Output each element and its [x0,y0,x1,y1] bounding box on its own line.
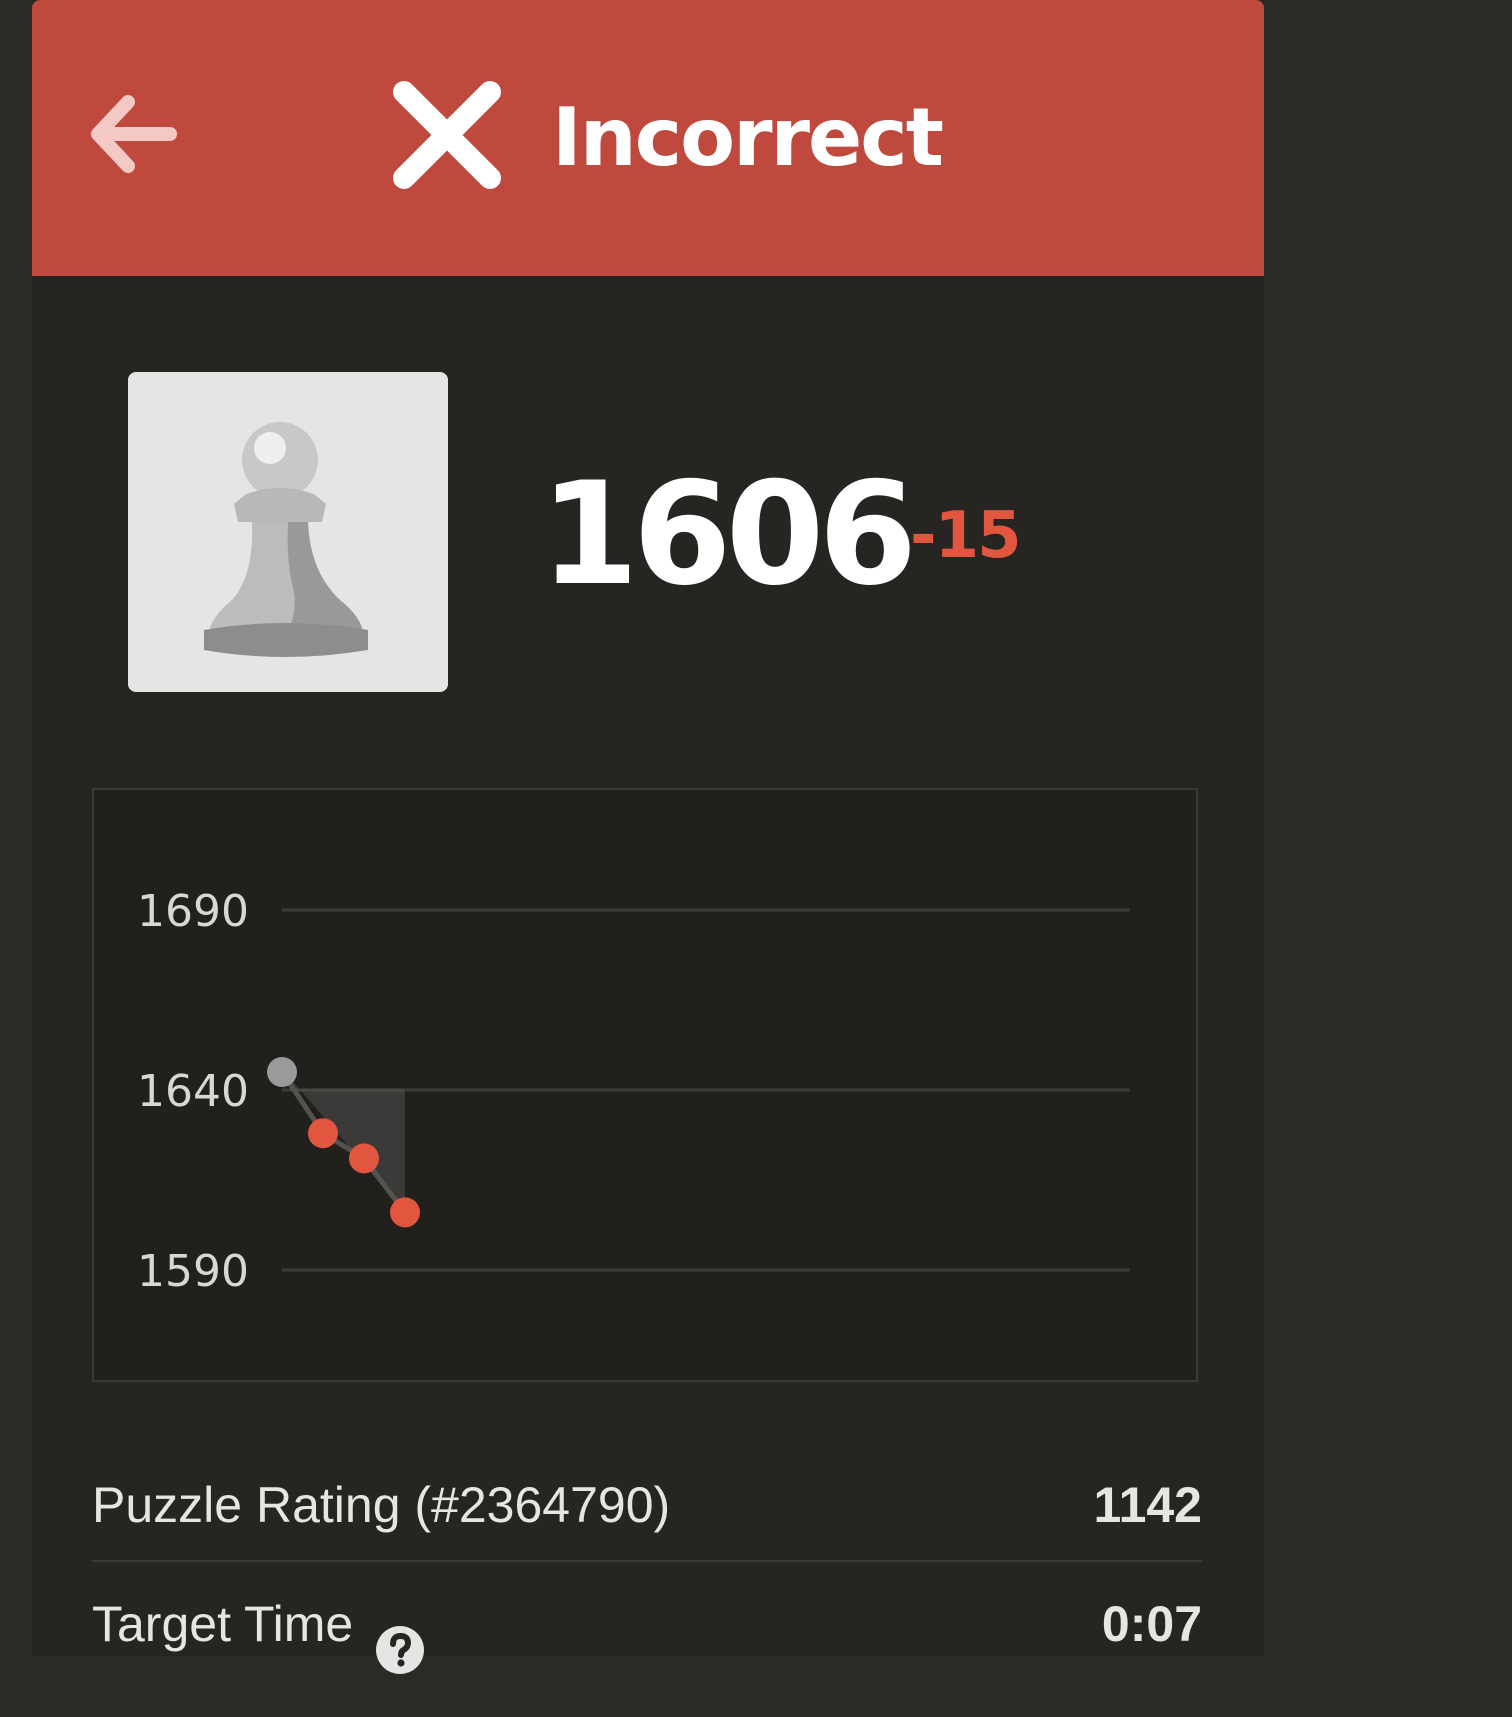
rating-chart: 1690 1640 1590 [92,788,1198,1382]
result-header: Incorrect [32,0,1264,276]
data-point [349,1143,379,1174]
data-point [390,1197,420,1228]
rating-value: 1606 [540,452,917,617]
avatar [128,372,448,692]
puzzle-rating-value: 1142 [1093,1477,1202,1533]
rating-change: -15 [910,499,1022,573]
result-title: Incorrect [552,91,944,184]
y-tick-label: 1590 [137,1246,249,1297]
pawn-icon [204,422,368,657]
arrow-left-icon [91,95,177,173]
question-circle-icon[interactable] [375,1599,425,1674]
data-point [267,1057,297,1087]
puzzle-rating-row: Puzzle Rating (#2364790) 1142 [92,1450,1202,1562]
target-time-label: Target Time [92,1596,354,1652]
target-time-value: 0:07 [1101,1596,1202,1652]
target-time-row: Target Time 0:07 [92,1565,1202,1675]
x-icon [382,70,512,200]
y-tick-label: 1690 [137,886,249,937]
back-button[interactable] [84,86,184,182]
target-time-label-wrap: Target Time [92,1565,425,1675]
puzzle-result-panel: Incorrect 1606 -15 1690 1640 1590 Puzzle R… [32,0,1264,1674]
y-tick-label: 1640 [137,1066,249,1117]
rating-chart-svg: 1690 1640 1590 [137,886,1130,1297]
puzzle-rating-label: Puzzle Rating (#2364790) [92,1477,671,1533]
data-point [308,1118,338,1149]
